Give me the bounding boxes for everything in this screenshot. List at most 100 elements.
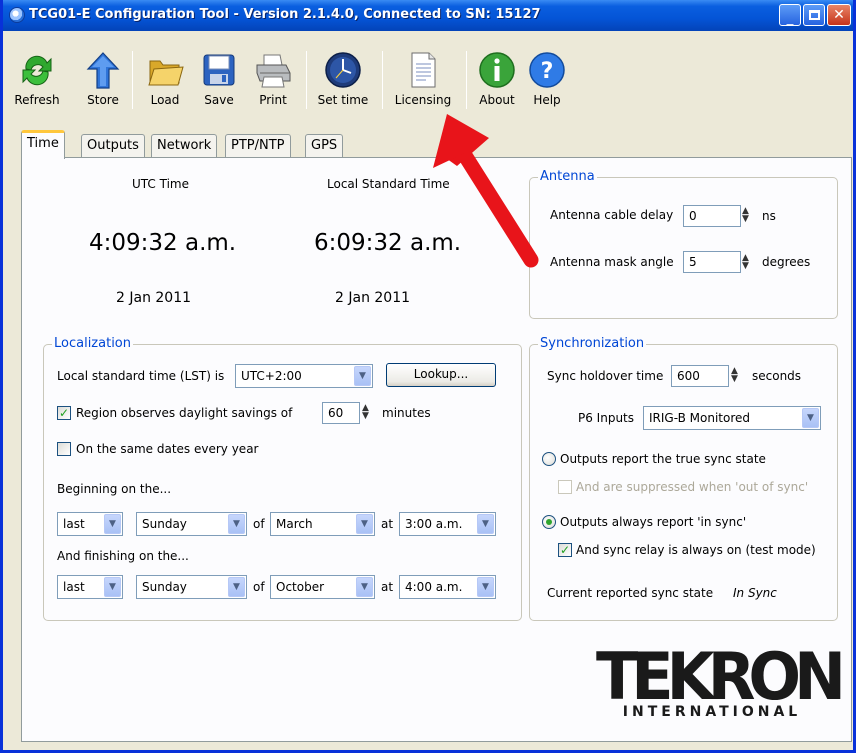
chevron-down-icon: ▼	[228, 577, 245, 597]
finishing-label: And finishing on the...	[57, 549, 189, 563]
about-label: About	[479, 93, 515, 107]
minimize-icon: _	[786, 10, 794, 26]
lookup-button[interactable]: Lookup...	[386, 363, 496, 387]
begin-month-select[interactable]: March ▼	[270, 512, 375, 536]
minimize-button[interactable]: _	[779, 4, 801, 26]
sync-relay-checkbox[interactable]: ✓	[558, 543, 572, 557]
beginning-label: Beginning on the...	[57, 482, 172, 496]
close-button[interactable]: ✕	[827, 4, 851, 26]
title-bar[interactable]: TCG01-E Configuration Tool - Version 2.1…	[3, 0, 853, 31]
tab-ptp-ntp[interactable]: PTP/NTP	[225, 134, 291, 158]
begin-time-value: 3:00 a.m.	[405, 517, 463, 531]
info-icon	[479, 52, 515, 88]
chevron-down-icon: ▼	[104, 577, 121, 597]
same-dates-label: On the same dates every year	[76, 442, 259, 456]
licensing-label: Licensing	[394, 93, 452, 107]
dst-spin-arrows[interactable]: ▲ ▼	[362, 404, 376, 422]
tab-time[interactable]: Time	[21, 130, 65, 159]
finish-month-select[interactable]: October ▼	[270, 575, 375, 599]
radio-true-sync-label: Outputs report the true sync state	[560, 452, 766, 466]
p6-inputs-label: P6 Inputs	[578, 411, 635, 425]
licensing-button[interactable]: Licensing	[392, 47, 454, 113]
tab-network[interactable]: Network	[151, 134, 218, 158]
dst-label: Region observes daylight savings of	[76, 406, 293, 420]
radio-selected-dot	[546, 519, 552, 525]
window-title: TCG01-E Configuration Tool - Version 2.1…	[29, 7, 541, 22]
begin-day-value: Sunday	[142, 517, 187, 531]
load-label: Load	[150, 93, 180, 107]
mask-angle-spin-arrows[interactable]: ▲ ▼	[742, 254, 756, 272]
finish-week-select[interactable]: last ▼	[57, 575, 123, 599]
cable-delay-unit: ns	[762, 209, 776, 223]
utc-date-value: 2 Jan 2011	[116, 290, 192, 306]
antenna-mask-angle-label: Antenna mask angle	[550, 255, 674, 269]
folder-icon	[148, 60, 184, 86]
radio-always-in-sync[interactable]	[542, 515, 556, 529]
floppy-disk-icon	[203, 54, 235, 86]
same-dates-checkbox[interactable]	[57, 442, 71, 456]
dst-checkbox[interactable]: ✓	[57, 406, 71, 420]
begin-of-label: of	[253, 517, 265, 531]
radio-always-in-sync-label: Outputs always report 'in sync'	[560, 515, 747, 529]
sync-relay-label: And sync relay is always on (test mode)	[576, 543, 816, 557]
chevron-down-icon: ▼	[104, 514, 121, 534]
utc-time-value: 4:09:32 a.m.	[89, 230, 237, 256]
finish-day-value: Sunday	[142, 580, 187, 594]
toolbar-separator	[132, 51, 133, 109]
begin-week-value: last	[63, 517, 85, 531]
finish-day-select[interactable]: Sunday ▼	[136, 575, 247, 599]
set-time-button[interactable]: Set time	[314, 47, 372, 113]
chevron-down-icon: ▼	[356, 514, 373, 534]
suppressed-checkbox[interactable]	[558, 480, 572, 494]
tab-outputs[interactable]: Outputs	[81, 134, 145, 158]
begin-day-select[interactable]: Sunday ▼	[136, 512, 247, 536]
print-button[interactable]: Print	[251, 47, 295, 113]
store-button[interactable]: Store	[83, 47, 123, 113]
chevron-down-icon: ▼	[477, 577, 494, 597]
tab-gps[interactable]: GPS	[305, 134, 344, 158]
toolbar-separator	[306, 51, 307, 109]
current-sync-value: In Sync	[733, 586, 777, 600]
toolbar-separator	[466, 51, 467, 109]
holdover-unit: seconds	[752, 369, 802, 383]
toolbar-separator	[382, 51, 383, 109]
localization-group-title: Localization	[52, 336, 133, 351]
help-label: Help	[533, 93, 561, 107]
antenna-cable-delay-label: Antenna cable delay	[550, 208, 674, 222]
lst-select-value: UTC+2:00	[241, 369, 302, 383]
clock-icon	[325, 52, 361, 88]
finish-week-value: last	[63, 580, 85, 594]
finish-time-select[interactable]: 4:00 a.m. ▼	[399, 575, 496, 599]
refresh-button[interactable]: Refresh	[13, 47, 61, 113]
store-arrow-icon	[86, 52, 120, 89]
p6-inputs-value: IRIG-B Monitored	[649, 411, 751, 425]
cable-delay-spin-arrows[interactable]: ▲ ▼	[742, 207, 756, 225]
antenna-cable-delay-input[interactable]: 0	[683, 205, 741, 227]
antenna-mask-angle-input[interactable]: 5	[683, 251, 741, 273]
synchronization-group-title: Synchronization	[538, 336, 647, 351]
maximize-button[interactable]	[803, 4, 825, 26]
holdover-spin-arrows[interactable]: ▲ ▼	[731, 367, 745, 385]
p6-inputs-select[interactable]: IRIG-B Monitored ▼	[643, 406, 821, 430]
antenna-group-title: Antenna	[538, 169, 597, 184]
help-button[interactable]: ? Help	[525, 47, 569, 113]
mask-angle-unit: degrees	[762, 255, 811, 269]
lst-select[interactable]: UTC+2:00 ▼	[235, 364, 373, 388]
print-label: Print	[259, 93, 287, 107]
load-button[interactable]: Load	[143, 47, 187, 113]
holdover-input[interactable]: 600	[671, 365, 729, 387]
annotation-arrow	[433, 114, 539, 268]
tekron-logo: TEKRON INTERNATIONAL	[596, 638, 846, 724]
save-button[interactable]: Save	[197, 47, 241, 113]
radio-true-sync-state[interactable]	[542, 452, 556, 466]
tekron-logo-sub: INTERNATIONAL	[622, 704, 802, 720]
begin-time-select[interactable]: 3:00 a.m. ▼	[399, 512, 496, 536]
chevron-down-icon: ▼	[802, 408, 819, 428]
save-label: Save	[204, 93, 234, 107]
about-button[interactable]: About	[475, 47, 519, 113]
chevron-down-icon: ▼	[228, 514, 245, 534]
begin-at-label: at	[381, 517, 394, 531]
local-date-value: 2 Jan 2011	[335, 290, 411, 306]
dst-minutes-input[interactable]: 60	[322, 402, 360, 424]
begin-week-select[interactable]: last ▼	[57, 512, 123, 536]
